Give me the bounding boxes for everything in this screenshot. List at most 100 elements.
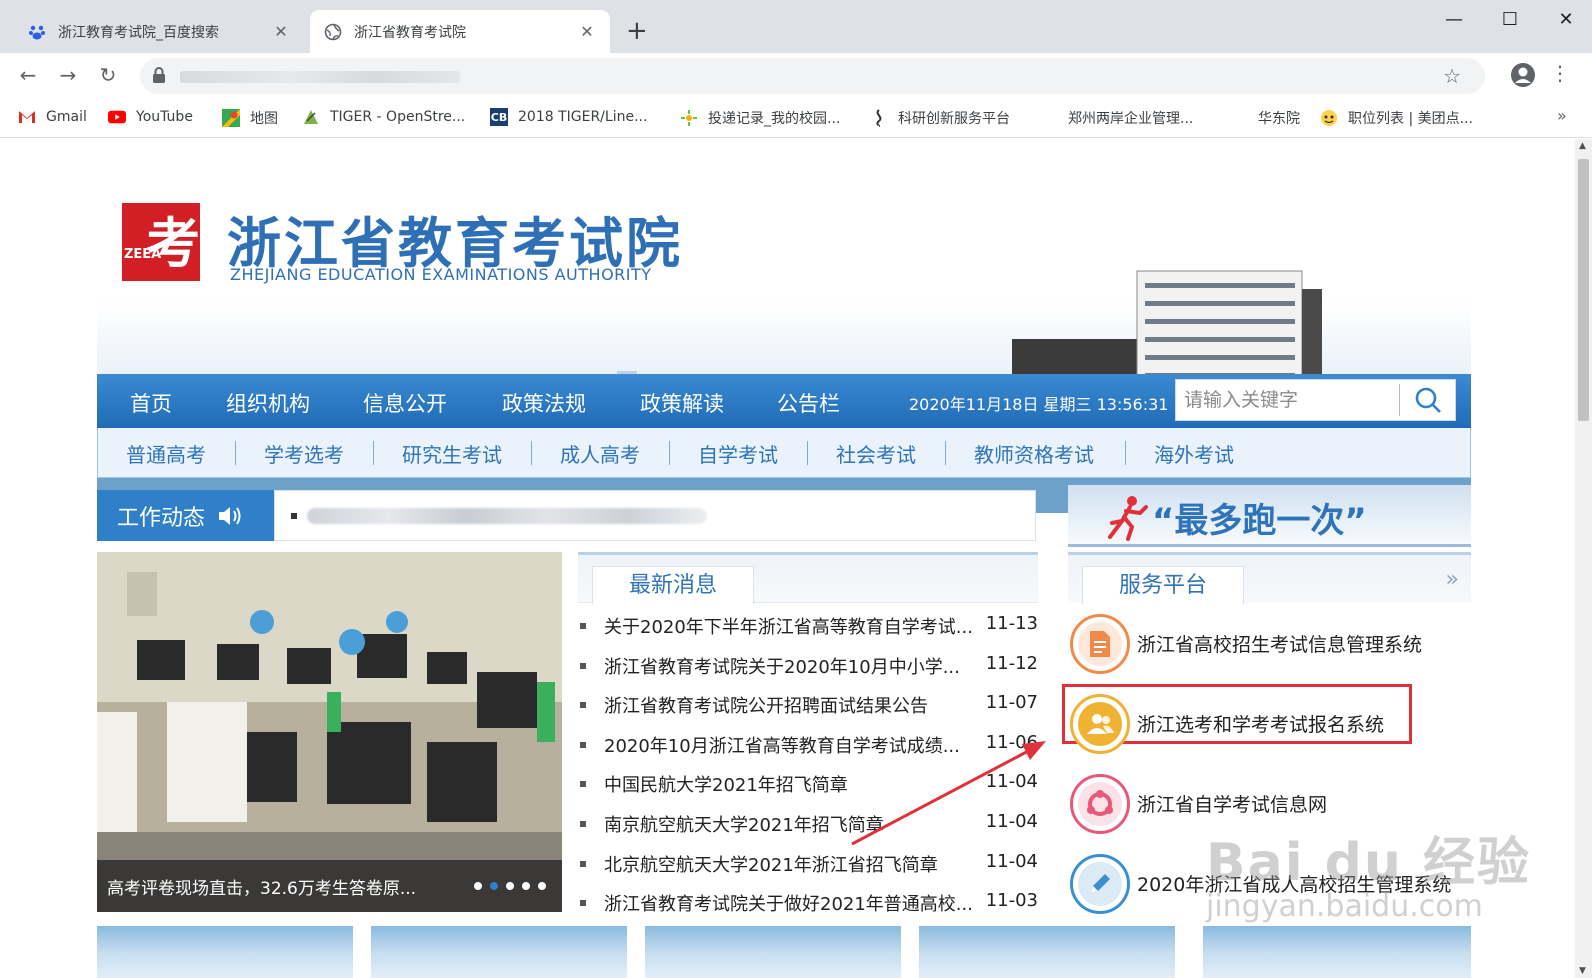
main-nav: 首页 组织机构 信息公开 政策法规 政策解读 公告栏 2020年11月18日 星… (97, 374, 1471, 428)
slideshow-caption[interactable]: 高考评卷现场直击，32.6万考生答卷原... (107, 874, 416, 899)
service-admission-system[interactable]: 浙江省高校招生考试信息管理系统 (1068, 612, 1471, 676)
speaker-icon (219, 506, 241, 525)
tab-close-icon[interactable]: ✕ (578, 22, 596, 41)
youtube-icon (108, 108, 126, 126)
users-icon (1087, 714, 1114, 734)
close-window-button[interactable]: ✕ (1552, 6, 1580, 34)
divider (669, 441, 670, 465)
slogan-text: “最多跑一次” (1152, 501, 1367, 541)
bookmark-gmail[interactable]: Gmail (18, 108, 87, 126)
news-list: 关于2020年下半年浙江省高等教育自学考试... 11-13 浙江省教育考试院关于… (578, 608, 1038, 925)
forward-button[interactable]: → (54, 61, 82, 89)
page-scrollbar[interactable]: ▲ ▼ (1575, 139, 1592, 978)
nav-bulletin[interactable]: 公告栏 (777, 388, 840, 418)
scroll-up-icon[interactable]: ▲ (1579, 141, 1586, 151)
nav-policies[interactable]: 政策法规 (502, 388, 586, 418)
exam-room-photo (97, 552, 562, 912)
nav-home[interactable]: 首页 (130, 388, 172, 418)
news-item[interactable]: 浙江省教育考试院关于2020年10月中小学... 11-12 (578, 648, 1038, 688)
services-header: 服务平台 » (1068, 555, 1471, 604)
research-icon (870, 109, 888, 127)
news-ticker[interactable] (274, 490, 1036, 541)
ticker-bullet (291, 513, 297, 519)
bookmark-huadong[interactable]: 华东院 (1258, 108, 1300, 128)
feature-banner[interactable] (1203, 926, 1471, 978)
exam-overseas[interactable]: 海外考试 (1154, 439, 1234, 468)
exam-self-study[interactable]: 自学考试 (698, 439, 778, 468)
nav-policy-interpretation[interactable]: 政策解读 (640, 388, 724, 418)
exam-social[interactable]: 社会考试 (836, 439, 916, 468)
tab-title: 浙江教育考试院_百度搜索 (58, 24, 219, 41)
exam-gaokao[interactable]: 普通高考 (126, 439, 206, 468)
zeea-logo[interactable]: 考 ZEEA (122, 203, 200, 281)
news-tab[interactable]: 最新消息 (592, 566, 754, 604)
feature-banner[interactable] (645, 926, 901, 978)
slogan-banner[interactable]: “最多跑一次” (1068, 485, 1471, 547)
nav-info-disclosure[interactable]: 信息公开 (363, 388, 447, 418)
slide-dot[interactable] (474, 882, 482, 890)
reload-button[interactable]: ↻ (94, 61, 122, 89)
search-input[interactable] (1176, 380, 1401, 420)
new-tab-button[interactable]: + (626, 18, 648, 44)
baidu-paw-icon (28, 23, 46, 41)
news-item[interactable]: 关于2020年下半年浙江省高等教育自学考试... 11-13 (578, 608, 1038, 648)
tab-baidu-search[interactable]: 浙江教育考试院_百度搜索 ✕ (14, 10, 304, 53)
news-item[interactable]: 浙江省教育考试院关于做好2021年普通高校... 11-03 (578, 885, 1038, 925)
scroll-thumb[interactable] (1578, 159, 1589, 421)
bookmark-youtube[interactable]: YouTube (108, 108, 193, 126)
tab-zjzs[interactable]: 浙江省教育考试院 ✕ (310, 10, 610, 53)
exam-adult[interactable]: 成人高考 (560, 439, 640, 468)
feature-banner[interactable] (97, 926, 353, 978)
slide-dot[interactable] (522, 882, 530, 890)
running-person-icon (1108, 496, 1148, 541)
news-item[interactable]: 北京航空航天大学2021年浙江省招飞简章 11-04 (578, 846, 1038, 886)
slide-dot-active[interactable] (490, 882, 498, 890)
profile-avatar-icon[interactable] (1510, 62, 1536, 88)
bookmark-meituan[interactable]: 职位列表 | 美团点... (1320, 108, 1473, 128)
bookmark-campus[interactable]: 投递记录_我的校园... (680, 108, 840, 128)
site-search (1175, 379, 1456, 421)
divider (531, 441, 532, 465)
address-bar[interactable]: ☆ (140, 58, 1485, 94)
bookmarks-overflow-button[interactable]: » (1557, 106, 1567, 125)
pencil-icon (1091, 874, 1110, 893)
nav-organization[interactable]: 组织机构 (226, 388, 310, 418)
exam-xuekao-xuankao[interactable]: 学考选考 (264, 439, 344, 468)
photo-slideshow[interactable]: 高考评卷现场直击，32.6万考生答卷原... (97, 552, 562, 912)
feature-banner[interactable] (371, 926, 627, 978)
slide-dot[interactable] (506, 882, 514, 890)
search-button[interactable] (1399, 384, 1455, 416)
divider (1125, 441, 1126, 465)
work-dynamics-label[interactable]: 工作动态 (97, 490, 274, 541)
bookmark-zhengzhou[interactable]: 郑州两岸企业管理... (1068, 108, 1193, 128)
bookmark-research[interactable]: 科研创新服务平台 (870, 108, 1010, 128)
exam-teacher-qualification[interactable]: 教师资格考试 (974, 439, 1094, 468)
browser-menu-icon[interactable]: ⋮ (1550, 61, 1570, 85)
tab-close-icon[interactable]: ✕ (272, 22, 290, 41)
scroll-down-icon[interactable]: ▼ (1579, 966, 1586, 976)
services-more-button[interactable]: » (1446, 567, 1459, 592)
maximize-button[interactable]: ☐ (1496, 6, 1524, 34)
site-subtitle: ZHEJIANG EDUCATION EXAMINATIONS AUTHORIT… (230, 265, 652, 284)
news-item[interactable]: 南京航空航天大学2021年招飞简章 11-04 (578, 806, 1038, 846)
service-xuekao-registration[interactable]: 浙江选考和学考考试报名系统 (1062, 684, 1471, 756)
slide-dot[interactable] (538, 882, 546, 890)
exam-graduate[interactable]: 研究生考试 (402, 439, 502, 468)
minimize-button[interactable]: — (1440, 6, 1468, 34)
bookmark-maps[interactable]: 地图 (222, 108, 278, 128)
news-item[interactable]: 2020年10月浙江省高等教育自学考试成绩... 11-06 (578, 727, 1038, 767)
bookmark-tiger-osm[interactable]: TIGER - OpenStre... (302, 108, 465, 126)
news-item[interactable]: 浙江省教育考试院公开招聘面试结果公告 11-07 (578, 687, 1038, 727)
globe-icon (324, 23, 342, 41)
latest-news-panel: 最新消息 关于2020年下半年浙江省高等教育自学考试... 11-13 浙江省教育… (578, 552, 1038, 932)
bookmark-tiger-line[interactable]: CB 2018 TIGER/Line... (490, 108, 647, 126)
lock-icon (152, 66, 166, 88)
cb-icon: CB (490, 108, 508, 126)
feature-banner[interactable] (919, 926, 1175, 978)
back-button[interactable]: ← (14, 61, 42, 89)
bookmark-star-icon[interactable]: ☆ (1443, 64, 1461, 88)
browser-tabstrip: 浙江教育考试院_百度搜索 ✕ 浙江省教育考试院 ✕ + — ☐ ✕ (0, 0, 1592, 53)
news-item[interactable]: 中国民航大学2021年招飞简章 11-04 (578, 766, 1038, 806)
services-tab[interactable]: 服务平台 (1082, 566, 1244, 604)
divider (235, 441, 236, 465)
